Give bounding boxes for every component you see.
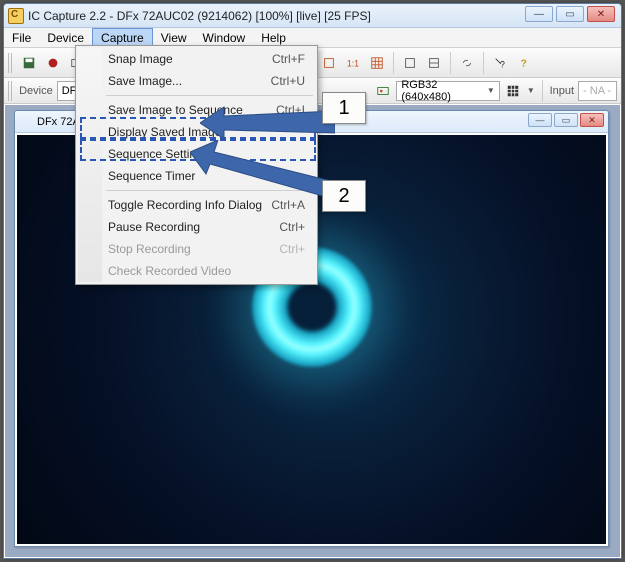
whatsthis-icon[interactable]: ? [489,52,511,74]
menu-snap-image[interactable]: Snap ImageCtrl+F [78,48,315,70]
app-icon [19,115,33,129]
save-icon[interactable] [18,52,40,74]
menu-separator [106,95,313,96]
app-icon [8,8,24,24]
svg-text:1:1: 1:1 [347,58,359,68]
input-value: - NA - [583,85,611,97]
format-icon[interactable] [373,80,392,102]
maximize-button[interactable]: ▭ [556,6,584,22]
svg-text:?: ? [521,57,527,69]
chevron-down-icon: ▼ [487,86,495,95]
help-icon[interactable]: ? [513,52,535,74]
settings-icon[interactable] [399,52,421,74]
menu-file[interactable]: File [4,28,39,47]
actual-size-icon[interactable]: 1:1 [342,52,364,74]
titlebar[interactable]: IC Capture 2.2 - DFx 72AUC02 (9214062) [… [4,4,621,28]
grid-icon[interactable] [366,52,388,74]
menu-stop-recording: Stop RecordingCtrl+ [78,238,315,260]
toolbar-grip-2[interactable] [8,81,13,101]
properties-icon[interactable] [423,52,445,74]
window-title: IC Capture 2.2 - DFx 72AUC02 (9214062) [… [28,9,371,23]
annotation-callout-1: 1 [322,92,366,124]
device-label: Device [19,85,53,97]
record-icon[interactable] [42,52,64,74]
svg-text:?: ? [500,59,505,69]
annotation-arrow-1 [200,103,335,143]
inner-maximize-button[interactable]: ▭ [554,113,578,127]
toolbar-grip[interactable] [8,53,14,73]
link-icon[interactable] [456,52,478,74]
grid2-icon[interactable] [504,80,523,102]
inner-minimize-button[interactable]: — [528,113,552,127]
inner-close-button[interactable]: ✕ [580,113,604,127]
annotation-callout-2: 2 [322,180,366,212]
close-button[interactable]: ✕ [587,6,615,22]
format-combo[interactable]: RGB32 (640x480) ▼ [396,81,500,101]
minimize-button[interactable]: — [525,6,553,22]
fit-window-icon[interactable] [318,52,340,74]
menu-pause-recording[interactable]: Pause RecordingCtrl+ [78,216,315,238]
annotation-arrow-2 [190,140,335,200]
input-label: Input [550,85,574,97]
chevron-down-icon[interactable]: ▼ [527,86,535,95]
input-combo[interactable]: - NA - [578,81,617,101]
menu-save-image[interactable]: Save Image...Ctrl+U [78,70,315,92]
menu-check-recorded-video: Check Recorded Video [78,260,315,282]
format-value: RGB32 (640x480) [401,79,483,103]
